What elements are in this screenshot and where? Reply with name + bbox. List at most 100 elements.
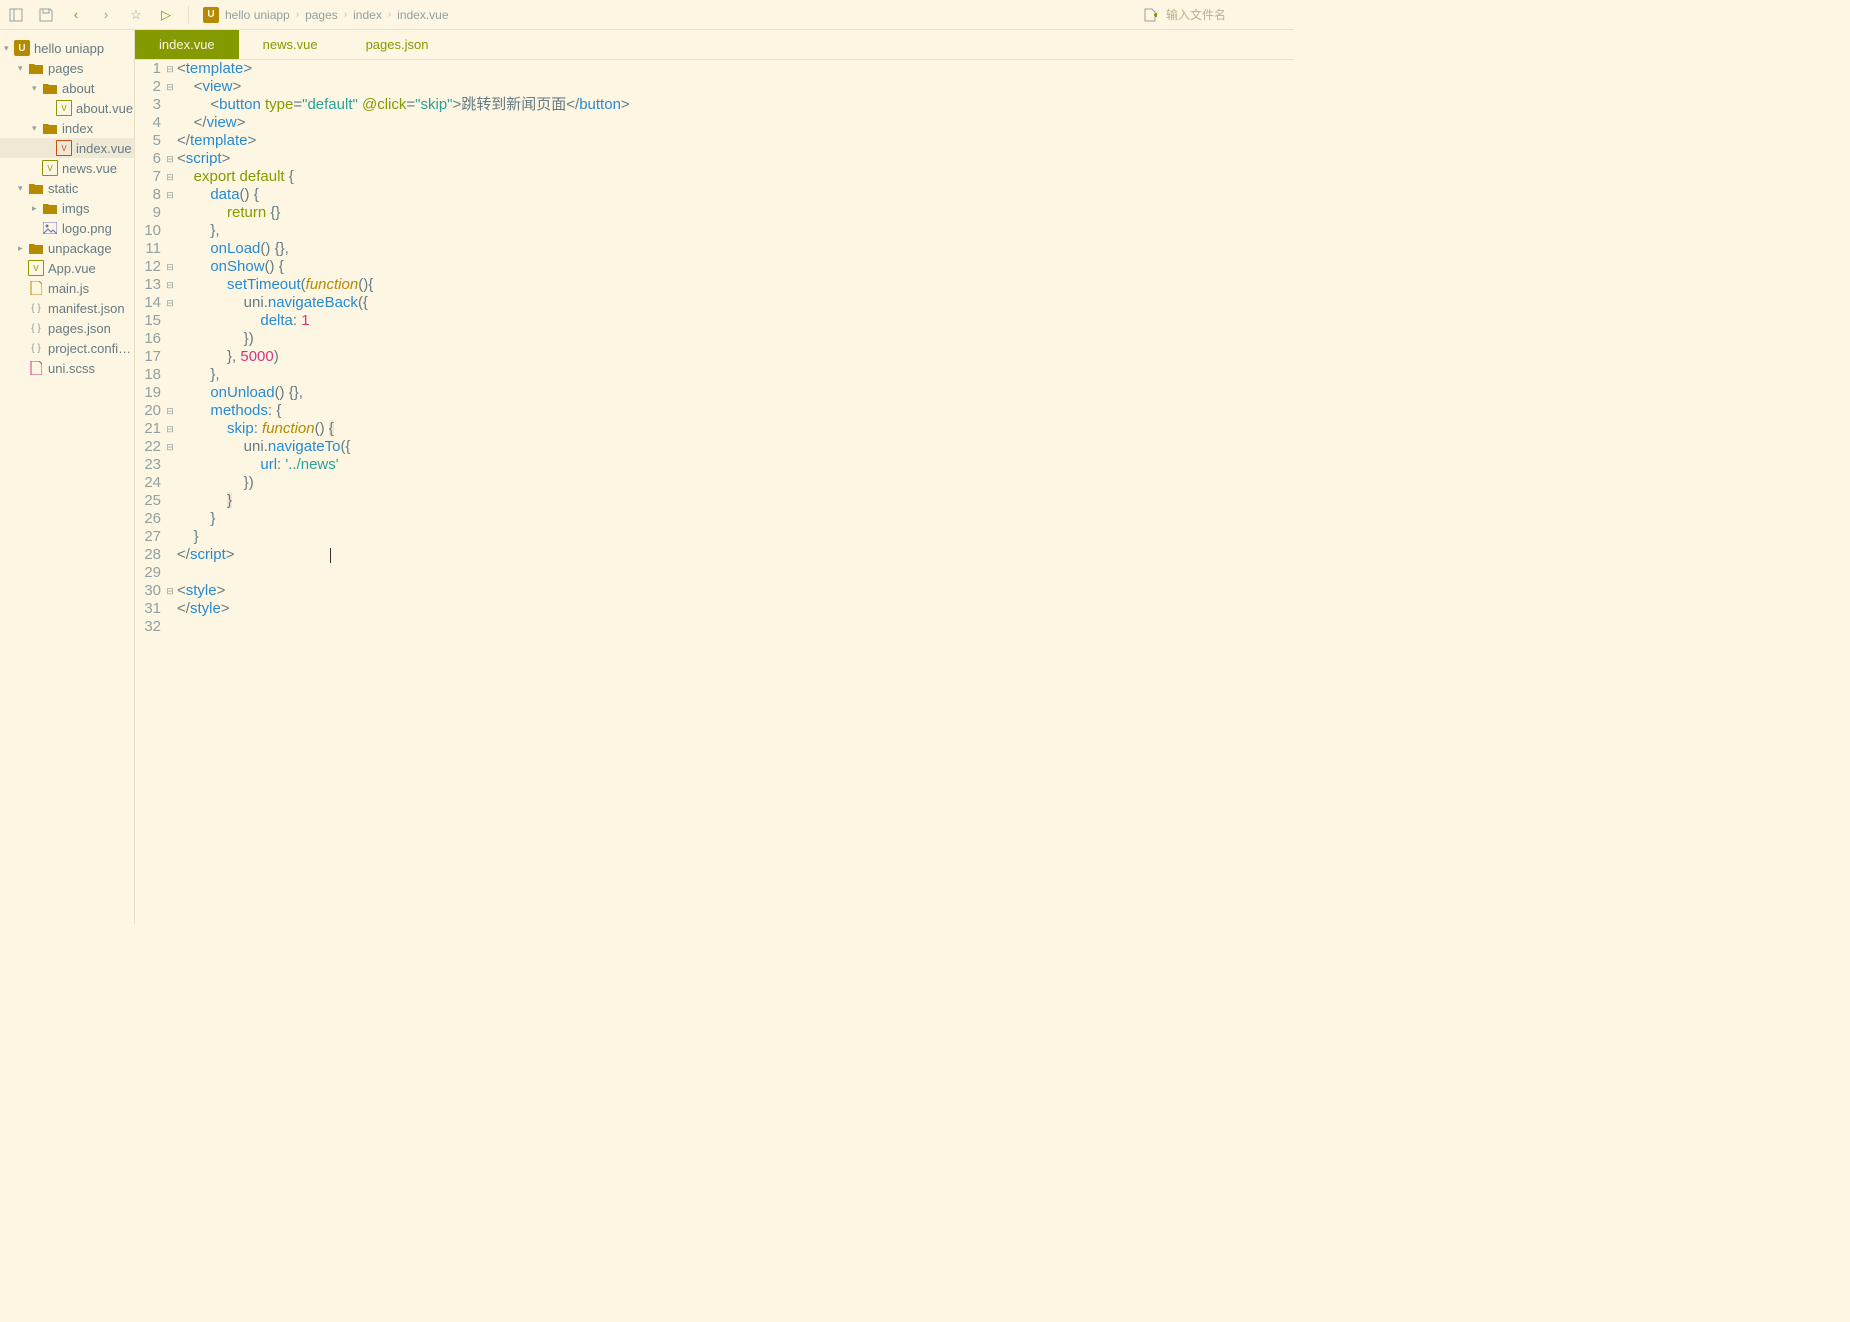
fold-icon[interactable]: ⊟ bbox=[165, 150, 175, 168]
breadcrumb-item[interactable]: index bbox=[353, 8, 382, 22]
code-line[interactable]: onShow() { bbox=[177, 258, 630, 276]
run-icon[interactable]: ▷ bbox=[158, 7, 174, 23]
tree-item[interactable]: ▾about bbox=[0, 78, 134, 98]
tree-item[interactable]: ▾static bbox=[0, 178, 134, 198]
tree-item[interactable]: ▸unpackage bbox=[0, 238, 134, 258]
tab-index-vue[interactable]: index.vue bbox=[135, 30, 239, 59]
fold-icon[interactable]: ⊟ bbox=[165, 294, 175, 312]
fold-icon[interactable]: ⊟ bbox=[165, 78, 175, 96]
toolbar-separator bbox=[188, 6, 189, 24]
code-line[interactable]: <template> bbox=[177, 60, 630, 78]
code-line[interactable]: onLoad() {}, bbox=[177, 240, 630, 258]
fold-icon bbox=[165, 330, 175, 348]
code-line[interactable]: delta: 1 bbox=[177, 312, 630, 330]
tree-item[interactable]: VApp.vue bbox=[0, 258, 134, 278]
code-line[interactable]: }) bbox=[177, 330, 630, 348]
file-icon bbox=[42, 120, 58, 136]
code-line[interactable]: <view> bbox=[177, 78, 630, 96]
tree-item[interactable]: { }pages.json bbox=[0, 318, 134, 338]
tree-item[interactable]: Vindex.vue bbox=[0, 138, 134, 158]
tree-arrow-icon: ▸ bbox=[18, 243, 28, 254]
code-line[interactable]: export default { bbox=[177, 168, 630, 186]
back-icon[interactable]: ‹ bbox=[68, 7, 84, 23]
fold-icon[interactable]: ⊟ bbox=[165, 276, 175, 294]
star-icon[interactable]: ☆ bbox=[128, 7, 144, 23]
fold-icon[interactable]: ⊟ bbox=[165, 420, 175, 438]
code-line[interactable]: onUnload() {}, bbox=[177, 384, 630, 402]
fold-icon bbox=[165, 366, 175, 384]
breadcrumb: U hello uniapp › pages › index › index.v… bbox=[203, 7, 449, 23]
fold-icon[interactable]: ⊟ bbox=[165, 582, 175, 600]
code-line[interactable]: <button type="default" @click="skip">跳转到… bbox=[177, 96, 630, 114]
tree-label: about.vue bbox=[76, 101, 133, 116]
code-line[interactable]: data() { bbox=[177, 186, 630, 204]
code-line[interactable]: skip: function() { bbox=[177, 420, 630, 438]
code-line[interactable] bbox=[177, 564, 630, 582]
code-line[interactable]: uni.navigateTo({ bbox=[177, 438, 630, 456]
panel-toggle-icon[interactable] bbox=[8, 7, 24, 23]
code-line[interactable]: <script> bbox=[177, 150, 630, 168]
save-icon[interactable] bbox=[38, 7, 54, 23]
tree-item[interactable]: main.js bbox=[0, 278, 134, 298]
code-line[interactable]: } bbox=[177, 510, 630, 528]
code-line[interactable]: } bbox=[177, 492, 630, 510]
code-line[interactable]: uni.navigateBack({ bbox=[177, 294, 630, 312]
breadcrumb-item[interactable]: hello uniapp bbox=[225, 8, 290, 22]
fold-icon[interactable]: ⊟ bbox=[165, 438, 175, 456]
code-line[interactable]: </script> bbox=[177, 546, 630, 564]
line-number: 1 bbox=[135, 60, 165, 78]
breadcrumb-item[interactable]: index.vue bbox=[397, 8, 448, 22]
fold-icon bbox=[165, 348, 175, 366]
fold-icon[interactable]: ⊟ bbox=[165, 258, 175, 276]
tree-item[interactable]: ▾pages bbox=[0, 58, 134, 78]
line-number: 3 bbox=[135, 96, 165, 114]
code-editor[interactable]: 1⊟2⊟3456⊟7⊟8⊟9101112⊟13⊟14⊟151617181920⊟… bbox=[135, 60, 1294, 924]
tree-item[interactable]: uni.scss bbox=[0, 358, 134, 378]
line-number: 22 bbox=[135, 438, 165, 456]
fold-icon[interactable]: ⊟ bbox=[165, 186, 175, 204]
tree-item[interactable]: ▸imgs bbox=[0, 198, 134, 218]
tree-label: project.config.... bbox=[48, 341, 134, 356]
tree-item[interactable]: { }manifest.json bbox=[0, 298, 134, 318]
code-line[interactable]: </view> bbox=[177, 114, 630, 132]
code-line[interactable]: <style> bbox=[177, 582, 630, 600]
code-line[interactable]: setTimeout(function(){ bbox=[177, 276, 630, 294]
file-icon: V bbox=[56, 100, 72, 116]
tree-item[interactable]: logo.png bbox=[0, 218, 134, 238]
code-line[interactable]: }, bbox=[177, 366, 630, 384]
tree-item[interactable]: ▾index bbox=[0, 118, 134, 138]
breadcrumb-item[interactable]: pages bbox=[305, 8, 338, 22]
code-line[interactable]: methods: { bbox=[177, 402, 630, 420]
fold-icon[interactable]: ⊟ bbox=[165, 168, 175, 186]
line-number: 14 bbox=[135, 294, 165, 312]
tree-item[interactable]: Vnews.vue bbox=[0, 158, 134, 178]
code-line[interactable]: }, 5000) bbox=[177, 348, 630, 366]
tree-label: pages bbox=[48, 61, 83, 76]
fold-icon bbox=[165, 564, 175, 582]
code-line[interactable]: } bbox=[177, 528, 630, 546]
file-search-input[interactable] bbox=[1166, 8, 1286, 22]
file-icon bbox=[28, 240, 44, 256]
tab-pages-json[interactable]: pages.json bbox=[342, 30, 453, 59]
tree-item[interactable]: Vabout.vue bbox=[0, 98, 134, 118]
code-line[interactable] bbox=[177, 618, 630, 636]
fold-icon[interactable]: ⊟ bbox=[165, 60, 175, 78]
new-file-icon[interactable] bbox=[1142, 7, 1158, 23]
code-line[interactable]: url: '../news' bbox=[177, 456, 630, 474]
forward-icon[interactable]: › bbox=[98, 7, 114, 23]
file-icon bbox=[28, 360, 44, 376]
code-line[interactable]: return {} bbox=[177, 204, 630, 222]
tree-item[interactable]: { }project.config.... bbox=[0, 338, 134, 358]
fold-icon bbox=[165, 384, 175, 402]
code-line[interactable]: </style> bbox=[177, 600, 630, 618]
chevron-right-icon: › bbox=[344, 9, 347, 20]
line-number: 24 bbox=[135, 474, 165, 492]
tree-root[interactable]: ▾ U hello uniapp bbox=[0, 38, 134, 58]
code-line[interactable]: </template> bbox=[177, 132, 630, 150]
tab-news-vue[interactable]: news.vue bbox=[239, 30, 342, 59]
line-number: 30 bbox=[135, 582, 165, 600]
code-line[interactable]: }, bbox=[177, 222, 630, 240]
fold-icon[interactable]: ⊟ bbox=[165, 402, 175, 420]
file-icon bbox=[42, 80, 58, 96]
code-line[interactable]: }) bbox=[177, 474, 630, 492]
